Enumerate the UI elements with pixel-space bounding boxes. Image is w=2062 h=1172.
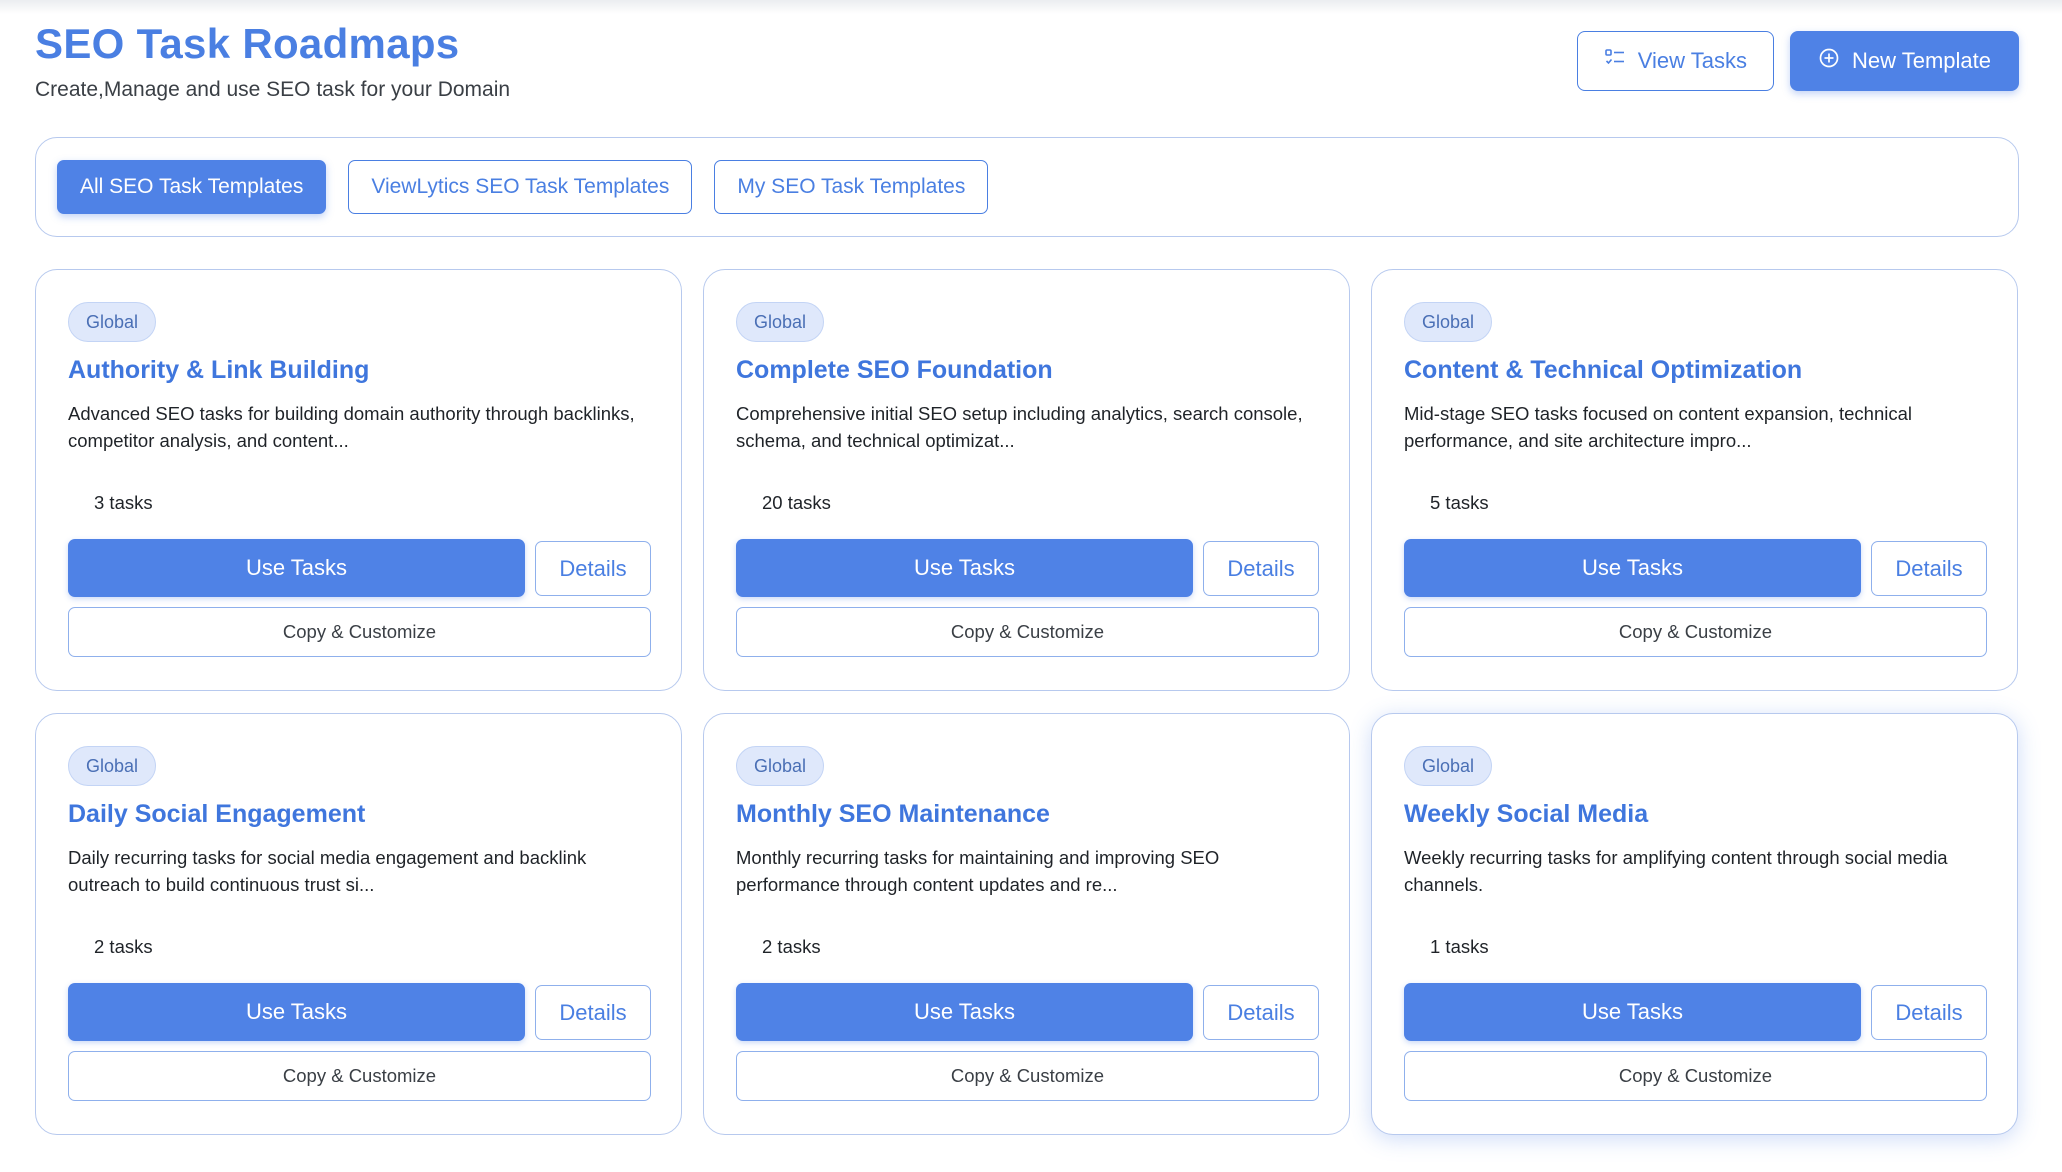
scope-badge: Global (68, 302, 157, 342)
view-tasks-button[interactable]: View Tasks (1576, 31, 1774, 91)
use-tasks-button[interactable]: Use Tasks (736, 539, 1193, 597)
page: SEO Task Roadmaps Create,Manage and use … (0, 0, 2062, 1172)
copy-customize-button[interactable]: Copy & Customize (736, 1051, 1319, 1101)
card-description: Daily recurring tasks for social media e… (68, 847, 587, 895)
copy-customize-button[interactable]: Copy & Customize (68, 1051, 651, 1101)
scope-badge: Global (68, 746, 157, 786)
view-tasks-label: View Tasks (1637, 48, 1747, 73)
details-button[interactable]: Details (535, 985, 651, 1040)
top-shadow (0, 0, 2062, 14)
task-count: 2 tasks (94, 936, 153, 957)
page-header: SEO Task Roadmaps Create,Manage and use … (35, 14, 2019, 114)
task-list-icon (1604, 47, 1626, 75)
filter-all-templates[interactable]: All SEO Task Templates (57, 160, 327, 214)
use-tasks-button[interactable]: Use Tasks (68, 983, 525, 1041)
new-template-label: New Template (1852, 48, 1991, 73)
page-subtitle: Create,Manage and use SEO task for your … (35, 78, 511, 101)
details-button[interactable]: Details (1203, 985, 1319, 1040)
template-card: Global Authority & Link Building Advance… (35, 269, 682, 691)
scope-badge: Global (736, 746, 825, 786)
use-tasks-button[interactable]: Use Tasks (736, 983, 1193, 1041)
details-button[interactable]: Details (1203, 541, 1319, 596)
use-tasks-button[interactable]: Use Tasks (1404, 539, 1861, 597)
task-count: 20 tasks (762, 492, 831, 513)
task-count: 5 tasks (1430, 492, 1489, 513)
task-count: 2 tasks (762, 936, 821, 957)
template-card: Global Complete SEO Foundation Comprehen… (703, 269, 1350, 691)
template-grid: Global Authority & Link Building Advance… (35, 269, 2019, 1135)
copy-customize-button[interactable]: Copy & Customize (1404, 1051, 1987, 1101)
use-tasks-button[interactable]: Use Tasks (1404, 983, 1861, 1041)
page-title: SEO Task Roadmaps (35, 20, 460, 67)
scope-badge: Global (1404, 746, 1493, 786)
card-title: Content & Technical Optimization (1404, 356, 1803, 384)
task-count: 3 tasks (94, 492, 153, 513)
template-card: Global Weekly Social Media Weekly recurr… (1371, 713, 2018, 1135)
template-card: Global Daily Social Engagement Daily rec… (35, 713, 682, 1135)
details-button[interactable]: Details (535, 541, 651, 596)
copy-customize-button[interactable]: Copy & Customize (736, 607, 1319, 657)
scope-badge: Global (1404, 302, 1493, 342)
card-description: Weekly recurring tasks for amplifying co… (1404, 847, 1948, 895)
use-tasks-button[interactable]: Use Tasks (68, 539, 525, 597)
card-title: Complete SEO Foundation (736, 356, 1053, 384)
new-template-button[interactable]: New Template (1790, 31, 2019, 91)
filter-viewlytics-templates[interactable]: ViewLytics SEO Task Templates (348, 160, 693, 214)
copy-customize-button[interactable]: Copy & Customize (68, 607, 651, 657)
details-button[interactable]: Details (1871, 541, 1987, 596)
copy-customize-button[interactable]: Copy & Customize (1404, 607, 1987, 657)
details-button[interactable]: Details (1871, 985, 1987, 1040)
template-card: Global Content & Technical Optimization … (1371, 269, 2018, 691)
template-card: Global Monthly SEO Maintenance Monthly r… (703, 713, 1350, 1135)
card-description: Monthly recurring tasks for maintaining … (736, 847, 1220, 895)
scope-badge: Global (736, 302, 825, 342)
card-title: Weekly Social Media (1404, 800, 1649, 828)
card-title: Daily Social Engagement (68, 800, 366, 828)
task-count: 1 tasks (1430, 936, 1489, 957)
header-actions: View Tasks New Template (1576, 31, 2019, 91)
card-description: Mid-stage SEO tasks focused on content e… (1404, 403, 1913, 451)
card-title: Monthly SEO Maintenance (736, 800, 1050, 828)
plus-circle-icon (1818, 47, 1840, 75)
template-filter-bar: All SEO Task Templates ViewLytics SEO Ta… (35, 137, 2019, 237)
card-description: Advanced SEO tasks for building domain a… (68, 403, 635, 451)
card-title: Authority & Link Building (68, 356, 370, 384)
card-description: Comprehensive initial SEO setup includin… (736, 403, 1303, 451)
filter-my-templates[interactable]: My SEO Task Templates (714, 160, 989, 214)
